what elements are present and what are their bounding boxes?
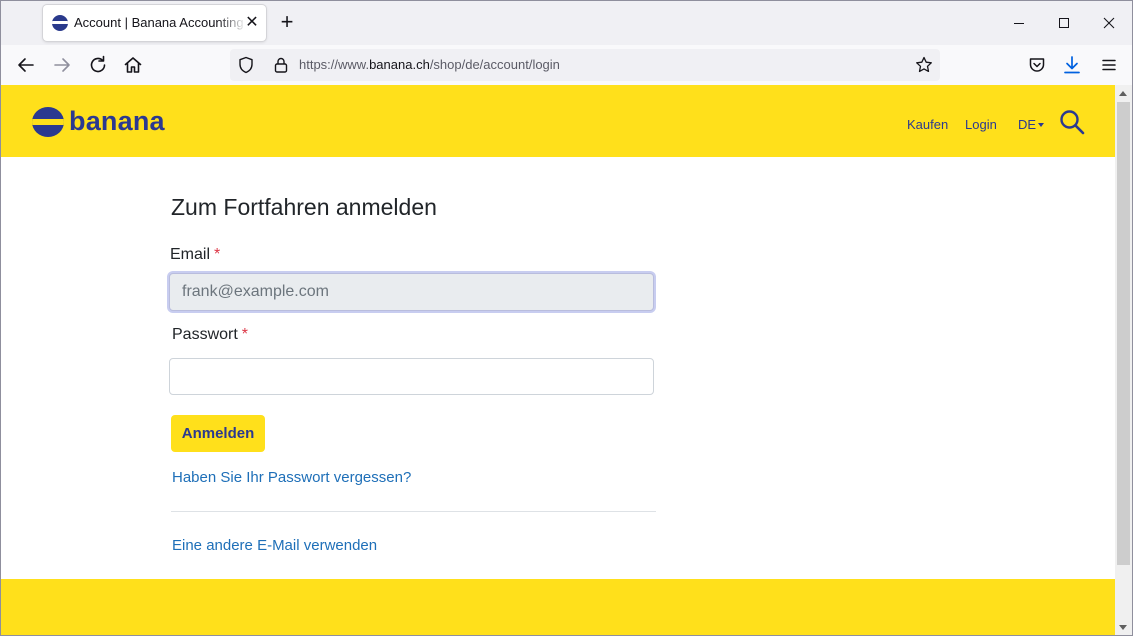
menu-icon[interactable] bbox=[1097, 53, 1121, 77]
home-icon[interactable] bbox=[121, 53, 145, 77]
bookmark-star-icon[interactable] bbox=[914, 55, 934, 75]
login-button[interactable]: Anmelden bbox=[171, 415, 265, 452]
page-title: Zum Fortfahren anmelden bbox=[171, 194, 437, 220]
scroll-down-arrow-icon[interactable] bbox=[1119, 625, 1127, 630]
site-footer bbox=[1, 579, 1115, 635]
email-field[interactable] bbox=[169, 273, 654, 311]
url-text[interactable]: https://www.banana.ch/shop/de/account/lo… bbox=[299, 57, 560, 72]
new-tab-button[interactable]: + bbox=[276, 11, 298, 33]
browser-tab[interactable]: Account | Banana Accounting S ✕ bbox=[43, 5, 266, 41]
tracking-shield-icon[interactable] bbox=[236, 55, 256, 75]
forward-icon[interactable] bbox=[50, 53, 74, 77]
use-other-email-link[interactable]: Eine andere E-Mail verwenden bbox=[172, 537, 377, 554]
logo-text: banana bbox=[69, 106, 165, 136]
scrollbar-thumb[interactable] bbox=[1117, 102, 1130, 565]
required-mark: * bbox=[214, 246, 221, 263]
divider bbox=[171, 511, 656, 512]
lock-icon[interactable] bbox=[271, 55, 291, 75]
pocket-icon[interactable] bbox=[1025, 53, 1049, 77]
tab-strip: Account | Banana Accounting S ✕ + bbox=[1, 1, 1132, 45]
downloads-icon[interactable] bbox=[1060, 53, 1084, 77]
banana-logo-icon bbox=[32, 107, 64, 137]
favicon-icon bbox=[52, 15, 68, 31]
reload-icon[interactable] bbox=[86, 53, 110, 77]
browser-window: Account | Banana Accounting S ✕ + https:… bbox=[0, 0, 1133, 636]
maximize-icon[interactable] bbox=[1054, 13, 1074, 33]
navigation-toolbar: https://www.banana.ch/shop/de/account/lo… bbox=[1, 45, 1132, 86]
minimize-icon[interactable] bbox=[1009, 13, 1029, 33]
scroll-up-arrow-icon[interactable] bbox=[1119, 91, 1127, 96]
forgot-password-link[interactable]: Haben Sie Ihr Passwort vergessen? bbox=[172, 469, 411, 486]
password-field[interactable] bbox=[169, 358, 654, 395]
search-icon[interactable] bbox=[1059, 109, 1085, 135]
password-label: Passwort * bbox=[172, 326, 249, 343]
address-bar[interactable]: https://www.banana.ch/shop/de/account/lo… bbox=[230, 49, 940, 81]
web-page: banana Kaufen Login DE Zum Fortfahren an… bbox=[1, 85, 1115, 635]
site-header: banana Kaufen Login DE bbox=[1, 85, 1115, 157]
back-icon[interactable] bbox=[14, 53, 38, 77]
caret-down-icon bbox=[1038, 123, 1045, 127]
nav-login-link[interactable]: Login bbox=[965, 117, 997, 132]
nav-buy-link[interactable]: Kaufen bbox=[907, 117, 948, 132]
close-window-icon[interactable] bbox=[1099, 13, 1119, 33]
page-scrollbar[interactable] bbox=[1115, 85, 1132, 635]
close-tab-icon[interactable]: ✕ bbox=[242, 13, 262, 33]
email-label: Email * bbox=[170, 246, 221, 263]
required-mark: * bbox=[241, 326, 249, 343]
language-dropdown[interactable]: DE bbox=[1018, 117, 1045, 132]
